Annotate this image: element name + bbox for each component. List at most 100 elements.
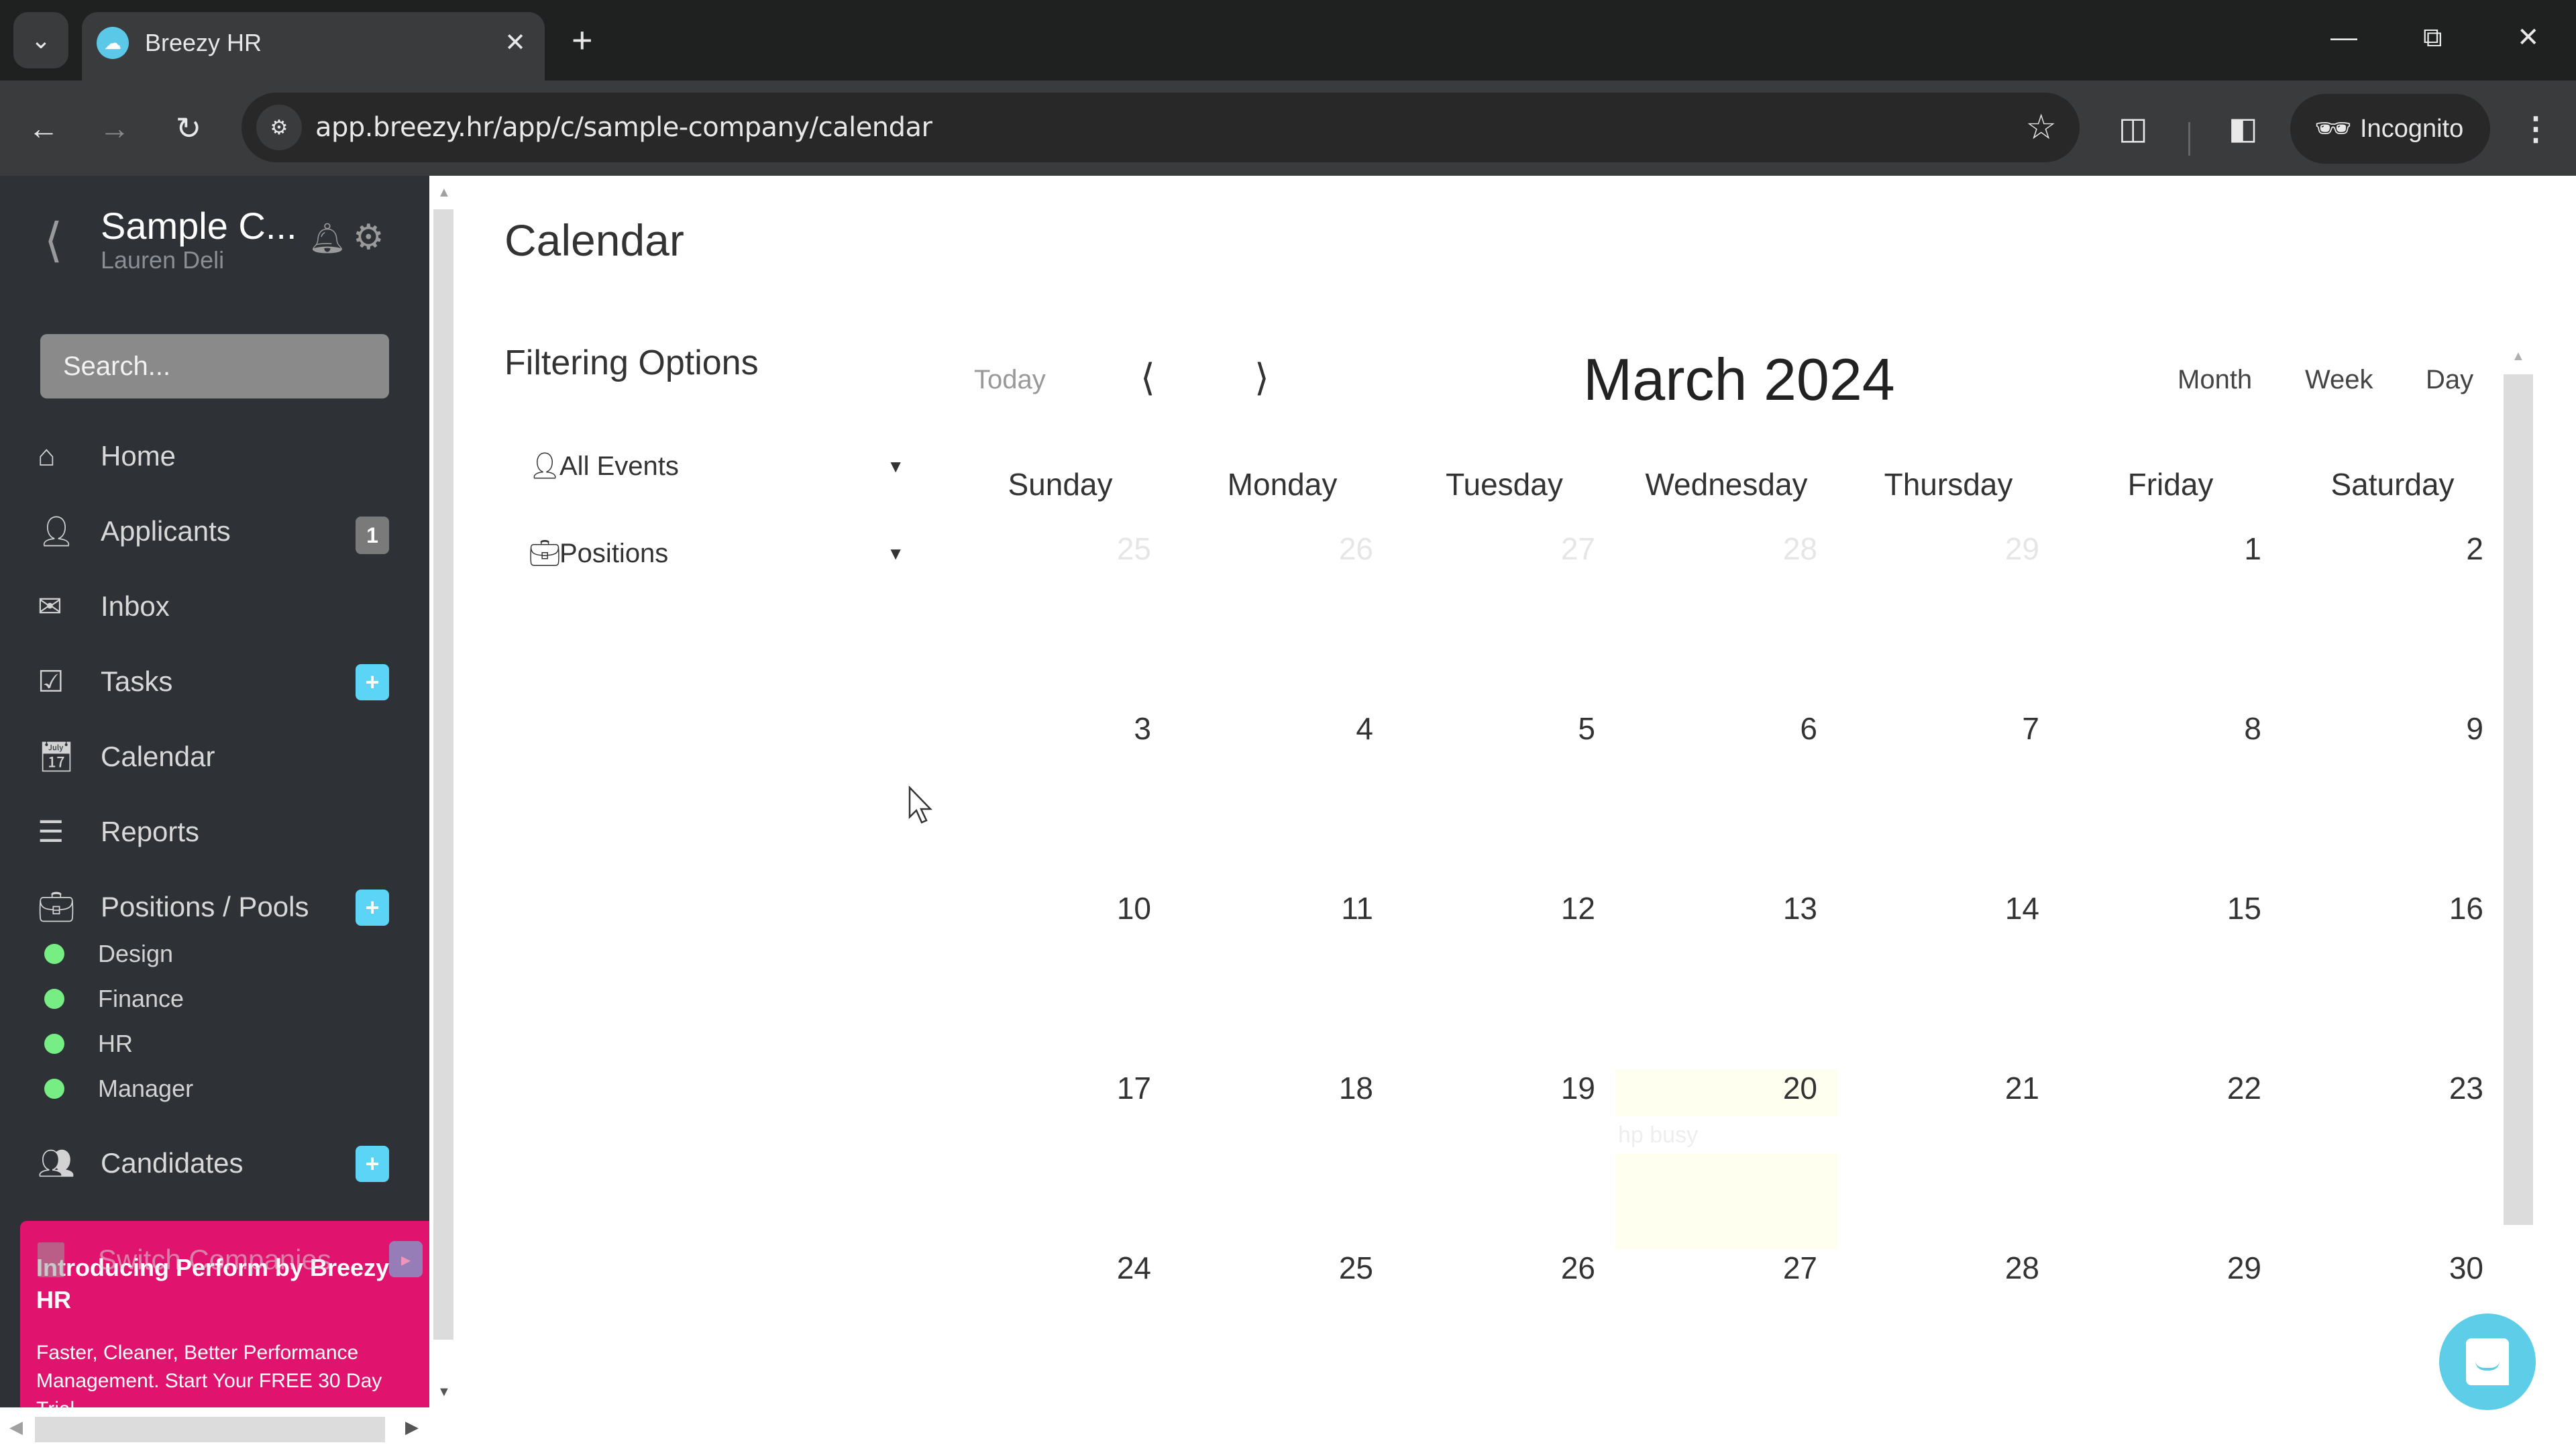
sidebar-vertical-scrollbar[interactable]: ▲ ▼ [429,176,460,1407]
browser-toolbar: ← → ↻ ⚙ app.breezy.hr/app/c/sample-compa… [0,80,2576,176]
sidebar-horizontal-scrollbar[interactable]: ◀ ▶ [0,1407,460,1449]
kebab-icon[interactable]: ⋮ [2520,106,2552,153]
view-day-button[interactable]: Day [2426,362,2473,397]
sidebar-item-home[interactable]: ⌂ Home [38,429,396,483]
calendar-day-cell[interactable]: 5 [1393,710,1615,890]
scrollbar-thumb[interactable] [433,209,453,1340]
url-text[interactable]: app.breezy.hr/app/c/sample-company/calen… [315,110,932,145]
sidebar-item-candidates[interactable]: 👥︎ Candidates + [38,1136,396,1190]
scroll-left-arrow-icon[interactable]: ◀ [9,1417,23,1438]
restore-button[interactable]: ⧉ [2423,17,2443,58]
puzzle-icon[interactable]: ◫ [2118,107,2147,149]
tab-search-button[interactable]: ⌄ [13,12,68,68]
date-number: 28 [1782,531,1817,566]
chat-launcher-button[interactable] [2439,1313,2536,1410]
position-item-design[interactable]: Design [44,935,173,973]
calendar-day-cell[interactable]: 1 [2059,530,2282,710]
chevron-left-icon: ⟨ [1140,356,1155,398]
calendar-day-cell[interactable]: 16 [2282,890,2504,1069]
calendar-event[interactable]: hp busy [1615,1116,1837,1154]
calendar-day-cell[interactable]: 22 [2059,1069,2282,1249]
calendar-day-cell[interactable]: 18 [1171,1069,1393,1249]
sidebar-item-applicants[interactable]: 👤︎ Applicants 1 [38,504,396,558]
calendar-day-cell[interactable]: 9 [2282,710,2504,890]
calendar-day-cell[interactable]: 26 [1393,1249,1615,1429]
positions-filter[interactable]: 💼︎ Positions ▼ [529,530,904,577]
add-task-button[interactable]: + [356,664,389,700]
scroll-right-arrow-icon[interactable]: ▶ [405,1417,419,1438]
scroll-up-arrow-icon[interactable]: ▲ [437,185,451,201]
company-name[interactable]: Sample C... [101,203,297,250]
calendar-day-cell[interactable]: 27 [1393,530,1615,710]
previous-month-button[interactable]: ⟨ [1140,356,1155,400]
calendar-day-cell[interactable]: 24 [949,1249,1171,1429]
search-input[interactable] [40,334,389,398]
window-close-button[interactable]: ✕ [2517,17,2540,58]
incognito-badge[interactable]: 🕶 Incognito [2290,94,2490,164]
calendar-day-cell[interactable]: 29 [1837,530,2059,710]
calendar-day-cell[interactable]: 13 [1615,890,1837,1069]
calendar-day-cell[interactable]: 8 [2059,710,2282,890]
calendar-day-cell[interactable]: 3 [949,710,1171,890]
forward-button[interactable]: → [91,105,138,152]
calendar-day-cell[interactable]: 2 [2282,530,2504,710]
browser-tab-active[interactable]: ☁ Breezy HR ✕ [82,12,545,80]
reload-button[interactable]: ↻ [165,105,212,152]
calendar-day-cell[interactable]: 28 [1837,1249,2059,1429]
calendar-day-cell[interactable]: 26 [1171,530,1393,710]
calendar-day-cell-today[interactable]: 20 hp busy [1615,1069,1837,1249]
view-week-button[interactable]: Week [2305,362,2373,397]
side-panel-icon[interactable]: ◧ [2229,107,2257,149]
calendar-day-cell[interactable]: 23 [2282,1069,2504,1249]
position-item-finance[interactable]: Finance [44,980,184,1018]
scrollbar-thumb[interactable] [2504,374,2533,1225]
calendar-day-cell[interactable]: 7 [1837,710,2059,890]
calendar-day-cell[interactable]: 11 [1171,890,1393,1069]
sidebar-item-inbox[interactable]: ✉ Inbox [38,580,396,633]
calendar-day-cell[interactable]: 4 [1171,710,1393,890]
bell-icon[interactable]: 🔔︎ [309,220,346,258]
position-item-manager[interactable]: Manager [44,1070,193,1108]
chevron-right-icon[interactable]: ▸ [389,1241,423,1277]
date-number: 18 [1338,1071,1373,1106]
position-item-hr[interactable]: HR [44,1025,133,1063]
add-position-button[interactable]: + [356,890,389,926]
calendar-day-cell[interactable]: 28 [1615,530,1837,710]
date-number: 9 [2466,711,2483,746]
next-month-button[interactable]: ⟩ [1254,356,1269,400]
calendar-scrollbar[interactable]: ▲ [2504,349,2533,1228]
minimize-button[interactable]: — [2330,17,2357,58]
address-bar[interactable]: ⚙ app.breezy.hr/app/c/sample-company/cal… [241,93,2080,162]
calendar-day-cell[interactable]: 21 [1837,1069,2059,1249]
scrollbar-thumb[interactable] [35,1417,385,1442]
calendar-day-cell[interactable]: 25 [949,530,1171,710]
chevron-left-icon[interactable]: ⟨ [44,213,62,267]
today-button[interactable]: Today [974,362,1046,397]
add-candidate-button[interactable]: + [356,1146,389,1182]
calendar-day-cell[interactable]: 6 [1615,710,1837,890]
calendar-day-cell[interactable]: 27 [1615,1249,1837,1429]
sidebar-item-positions[interactable]: 💼︎ Positions / Pools + [38,880,396,934]
calendar-day-cell[interactable]: 10 [949,890,1171,1069]
tune-icon[interactable]: ⚙ [256,105,302,150]
sidebar-item-tasks[interactable]: ☑ Tasks + [38,655,396,708]
close-icon[interactable]: ✕ [504,25,526,60]
sidebar-item-reports[interactable]: ☰ Reports [38,805,396,859]
scroll-up-arrow-icon[interactable]: ▲ [2512,349,2525,364]
calendar-day-cell[interactable]: 15 [2059,890,2282,1069]
scroll-down-arrow-icon[interactable]: ▼ [437,1385,451,1400]
back-button[interactable]: ← [20,105,67,152]
view-month-button[interactable]: Month [2178,362,2252,397]
calendar-day-cell[interactable]: 17 [949,1069,1171,1249]
calendar-day-cell[interactable]: 14 [1837,890,2059,1069]
calendar-day-cell[interactable]: 29 [2059,1249,2282,1429]
star-icon[interactable]: ☆ [2025,107,2057,148]
new-tab-button[interactable]: + [572,20,593,60]
calendar-day-cell[interactable]: 12 [1393,890,1615,1069]
calendar-day-cell[interactable]: 19 [1393,1069,1615,1249]
all-events-filter[interactable]: 👤︎ All Events ▼ [529,443,904,490]
switch-companies[interactable]: Switch Companies ▸ [38,1233,423,1287]
gear-icon[interactable]: ⚙ [353,219,384,256]
calendar-day-cell[interactable]: 25 [1171,1249,1393,1429]
sidebar-item-calendar[interactable]: 📅︎ Calendar [38,730,396,784]
